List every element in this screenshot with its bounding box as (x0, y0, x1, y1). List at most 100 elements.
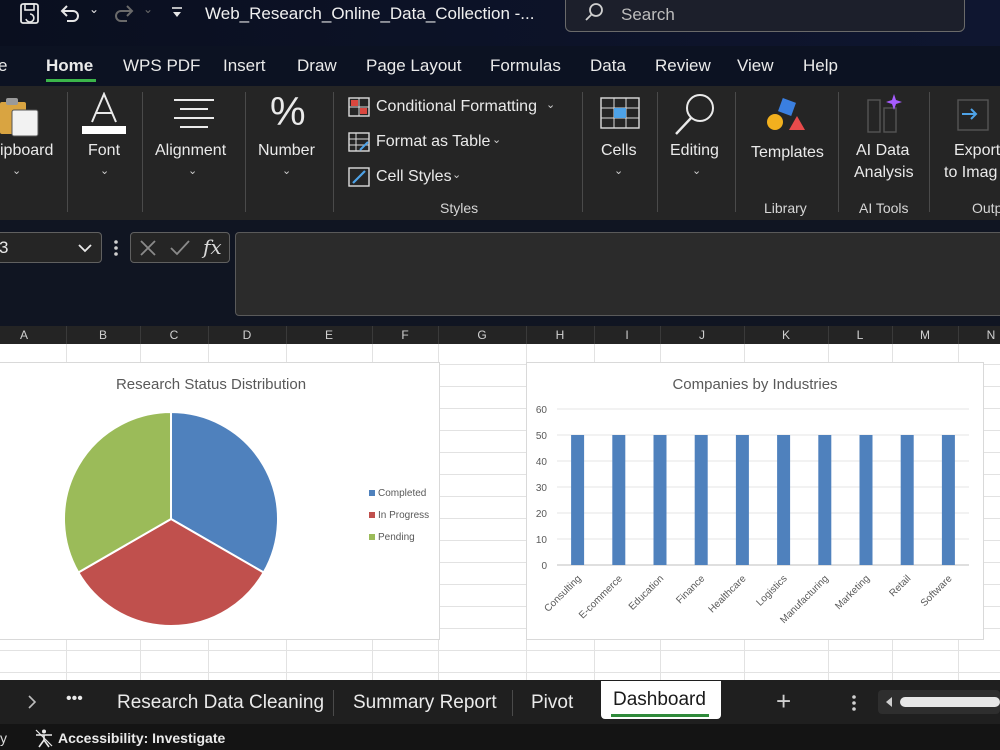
column-header[interactable]: K (744, 328, 828, 342)
column-header[interactable]: J (660, 328, 744, 342)
insert-function-icon[interactable]: fx (203, 235, 222, 259)
column-header[interactable]: E (286, 328, 372, 342)
export-to-image-button[interactable]: Export to Imag (940, 86, 1000, 186)
menu-view[interactable]: View (737, 56, 774, 76)
cell-styles-button[interactable]: Cell Styles ⌄ (346, 166, 546, 192)
column-header[interactable]: M (892, 328, 958, 342)
menu-page-layout[interactable]: Page Layout (366, 56, 461, 76)
conditional-formatting-button[interactable]: Conditional Formatting ⌄ (346, 96, 576, 122)
legend-swatch (369, 534, 375, 540)
menu-help[interactable]: Help (803, 56, 838, 76)
menu-wps-pdf[interactable]: WPS PDF (123, 56, 200, 76)
bar-chart[interactable]: Companies by Industries 0 10 20 30 40 50 60 Co… (526, 362, 984, 640)
tab-dashboard[interactable]: Dashboard (601, 681, 721, 719)
scrollbar-thumb[interactable] (900, 697, 1000, 707)
menu-home[interactable]: Home (46, 56, 93, 76)
horizontal-scrollbar[interactable] (878, 690, 1000, 714)
scroll-tabs-right-icon[interactable] (26, 694, 38, 710)
chevron-down-icon[interactable] (77, 242, 93, 254)
cells-label: Cells (601, 142, 637, 159)
scroll-left-icon[interactable] (884, 696, 894, 708)
pie-chart[interactable]: Research Status Distribution Completed In… (0, 362, 440, 640)
tab-research-data-cleaning[interactable]: Research Data Cleaning (117, 692, 324, 714)
column-header[interactable]: I (594, 328, 660, 342)
formula-input[interactable] (235, 232, 1000, 316)
column-header[interactable]: H (526, 328, 594, 342)
number-group[interactable]: % Number ⌄ (254, 86, 326, 216)
bar-education[interactable] (653, 435, 667, 565)
accessibility-icon[interactable] (34, 728, 54, 748)
legend-swatch (369, 490, 375, 496)
x-tick-label: Retail (887, 573, 913, 599)
clipboard-group[interactable]: ipboard ⌄ (0, 86, 62, 216)
menu-formulas[interactable]: Formulas (490, 56, 561, 76)
cell-styles-label: Cell Styles (376, 168, 452, 185)
more-sheets-icon[interactable]: ••• (66, 690, 83, 708)
font-icon (82, 92, 126, 134)
bar-software[interactable] (941, 435, 955, 565)
column-header[interactable]: L (828, 328, 892, 342)
number-label: Number (258, 142, 315, 159)
column-header[interactable]: G (438, 328, 526, 342)
column-header[interactable]: N (958, 328, 1000, 342)
export-label-line2: to Imag (944, 164, 998, 181)
add-sheet-icon[interactable]: + (776, 686, 791, 717)
conditional-formatting-label: Conditional Formatting (376, 98, 537, 115)
tab-summary-report[interactable]: Summary Report (353, 692, 497, 714)
menu-data[interactable]: Data (590, 56, 626, 76)
menu-bar: e Home WPS PDF Insert Draw Page Layout F… (0, 46, 1000, 86)
chevron-down-icon: ⌄ (100, 165, 110, 177)
redo-icon[interactable] (112, 2, 136, 24)
enter-check-icon[interactable] (169, 239, 191, 257)
alignment-group[interactable]: Alignment ⌄ (150, 86, 240, 216)
x-tick-label: Education (627, 573, 666, 612)
bar-retail[interactable] (900, 435, 914, 565)
menu-draw[interactable]: Draw (297, 56, 337, 76)
editing-group[interactable]: Editing ⌄ (666, 86, 728, 216)
menu-insert[interactable]: Insert (223, 56, 266, 76)
more-options-icon[interactable] (112, 238, 120, 258)
library-group-label: Library (764, 200, 807, 216)
menu-file[interactable]: e (0, 56, 7, 76)
bar-consulting[interactable] (571, 435, 585, 565)
tab-pivot[interactable]: Pivot (531, 692, 573, 714)
legend-swatch (369, 512, 375, 518)
templates-button[interactable]: Templates (745, 86, 831, 186)
document-title: Web_Research_Online_Data_Collection -... (205, 4, 535, 23)
customize-toolbar-icon[interactable] (170, 6, 184, 20)
magnifier-icon (675, 94, 714, 135)
undo-icon[interactable] (58, 2, 82, 24)
search-icon (585, 3, 603, 21)
font-group[interactable]: Font ⌄ (76, 86, 136, 216)
ai-data-analysis-button[interactable]: AI Data Analysis (846, 86, 922, 186)
format-as-table-label: Format as Table (376, 133, 491, 150)
column-header[interactable]: C (140, 328, 208, 342)
bar-finance[interactable] (694, 435, 708, 565)
column-header[interactable]: B (66, 328, 140, 342)
undo-dropdown-icon[interactable]: ⌄ (89, 2, 99, 16)
bar-healthcare[interactable] (735, 435, 749, 565)
worksheet-grid[interactable]: Research Status Distribution Completed In… (0, 344, 1000, 680)
search-box[interactable]: Search (565, 0, 965, 32)
redo-dropdown-icon[interactable]: ⌄ (143, 2, 153, 16)
format-as-table-button[interactable]: Format as Table ⌄ (346, 131, 546, 157)
bar-e-commerce[interactable] (612, 435, 626, 565)
column-header[interactable]: F (372, 328, 438, 342)
search-placeholder: Search (621, 5, 675, 24)
bar-marketing[interactable] (859, 435, 873, 565)
name-box[interactable]: 3 (0, 232, 102, 263)
cancel-icon[interactable] (139, 239, 157, 257)
percent-icon: % (270, 90, 306, 134)
column-header[interactable]: D (208, 328, 286, 342)
cells-group[interactable]: Cells ⌄ (594, 86, 646, 216)
column-header[interactable]: A (0, 328, 48, 342)
bar-manufacturing[interactable] (818, 435, 832, 565)
autosave-icon[interactable] (18, 2, 42, 26)
ai-analysis-icon (867, 94, 902, 133)
bar-logistics[interactable] (777, 435, 791, 565)
y-tick-label: 50 (536, 431, 548, 442)
accessibility-status[interactable]: Accessibility: Investigate (58, 730, 225, 746)
menu-review[interactable]: Review (655, 56, 711, 76)
x-tick-label: Healthcare (707, 573, 749, 615)
tab-options-icon[interactable] (850, 694, 858, 712)
